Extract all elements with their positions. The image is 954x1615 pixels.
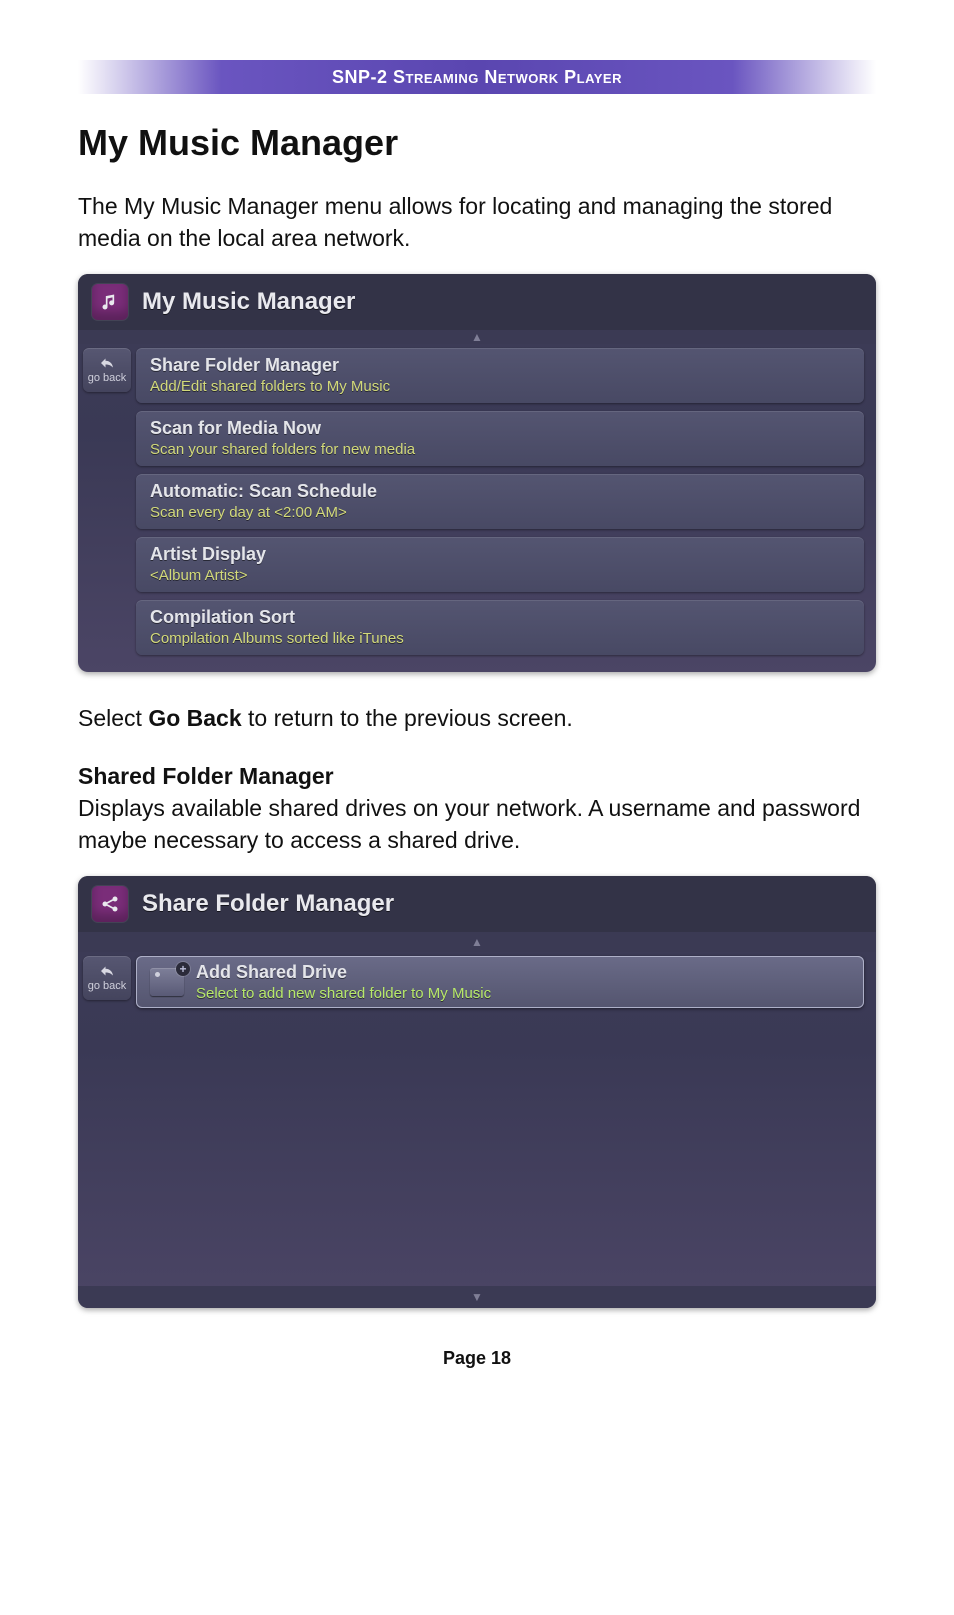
page-number: Page 18 (78, 1348, 876, 1369)
text-bold: Go Back (148, 705, 241, 731)
menu-item-subtitle: Select to add new shared folder to My Mu… (196, 985, 850, 1002)
scroll-up-indicator: ▲ (78, 330, 876, 344)
menu-item-subtitle: Scan your shared folders for new media (150, 441, 850, 458)
text-fragment: Select (78, 705, 148, 731)
music-note-icon (92, 284, 128, 320)
menu-item-title: Artist Display (150, 544, 850, 565)
panel-title: Share Folder Manager (142, 890, 394, 918)
share-folder-manager-panel: Share Folder Manager ▲ go back + Add Sha… (78, 876, 876, 1308)
chevron-up-icon: ▲ (471, 935, 483, 949)
drive-plus-icon: + (150, 968, 184, 996)
page-heading: My Music Manager (78, 122, 876, 164)
menu-item-artist-display[interactable]: Artist Display <Album Artist> (136, 537, 864, 592)
go-back-button[interactable]: go back (83, 956, 131, 1000)
my-music-manager-panel: My Music Manager ▲ go back Share Folder … (78, 274, 876, 672)
scroll-down-indicator: ▼ (78, 1286, 876, 1308)
doc-header-title: SNP-2 Streaming Network Player (332, 67, 622, 88)
menu-item-subtitle: Scan every day at <2:00 AM> (150, 504, 850, 521)
undo-arrow-icon (98, 964, 116, 978)
menu-item-subtitle: Compilation Albums sorted like iTunes (150, 630, 850, 647)
go-back-label: go back (88, 980, 127, 992)
subsection-heading: Shared Folder Manager (78, 763, 876, 790)
menu-item-title: Add Shared Drive (196, 962, 850, 983)
menu-item-title: Compilation Sort (150, 607, 850, 628)
panel-titlebar: Share Folder Manager (78, 876, 876, 932)
menu-item-add-shared-drive[interactable]: + Add Shared Drive Select to add new sha… (136, 956, 864, 1008)
menu-item-title: Automatic: Scan Schedule (150, 481, 850, 502)
doc-header-bar: SNP-2 Streaming Network Player (78, 60, 876, 94)
menu-item-title: Share Folder Manager (150, 355, 850, 376)
panel-title: My Music Manager (142, 288, 355, 316)
menu-item-scan-media-now[interactable]: Scan for Media Now Scan your shared fold… (136, 411, 864, 466)
menu-item-share-folder-manager[interactable]: Share Folder Manager Add/Edit shared fol… (136, 348, 864, 403)
undo-arrow-icon (98, 356, 116, 370)
scroll-up-indicator: ▲ (78, 932, 876, 952)
share-icon (92, 886, 128, 922)
chevron-down-icon: ▼ (471, 1290, 483, 1304)
menu-item-title: Scan for Media Now (150, 418, 850, 439)
go-back-button[interactable]: go back (83, 348, 131, 392)
go-back-instruction: Select Go Back to return to the previous… (78, 702, 876, 734)
subsection-body: Displays available shared drives on your… (78, 792, 876, 856)
text-fragment: to return to the previous screen. (242, 705, 573, 731)
go-back-label: go back (88, 372, 127, 384)
menu-item-subtitle: Add/Edit shared folders to My Music (150, 378, 850, 395)
intro-paragraph: The My Music Manager menu allows for loc… (78, 190, 876, 254)
menu-item-subtitle: <Album Artist> (150, 567, 850, 584)
menu-item-scan-schedule[interactable]: Automatic: Scan Schedule Scan every day … (136, 474, 864, 529)
chevron-up-icon: ▲ (471, 330, 483, 344)
panel-titlebar: My Music Manager (78, 274, 876, 330)
menu-item-compilation-sort[interactable]: Compilation Sort Compilation Albums sort… (136, 600, 864, 655)
